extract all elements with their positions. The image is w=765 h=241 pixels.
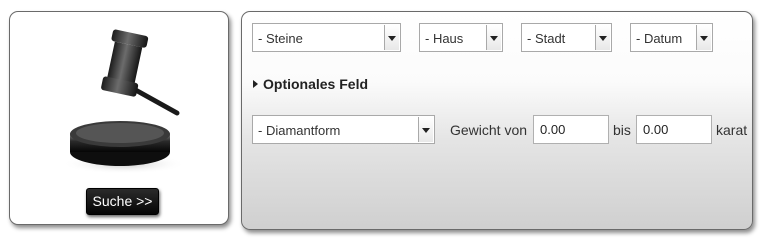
- chevron-down-icon: [486, 25, 501, 50]
- triangle-right-icon: [253, 80, 258, 88]
- diamond-shape-select[interactable]: - Diamantform: [252, 115, 435, 144]
- city-select-value: - Stadt: [527, 31, 566, 46]
- house-select[interactable]: - Haus: [419, 23, 503, 52]
- stones-select[interactable]: - Steine: [252, 23, 401, 52]
- city-select[interactable]: - Stadt: [521, 23, 612, 52]
- optional-field-toggle[interactable]: Optionales Feld: [253, 76, 368, 92]
- stones-select-value: - Steine: [258, 31, 303, 46]
- house-select-value: - Haus: [425, 31, 464, 46]
- weight-from-label: Gewicht von: [450, 122, 528, 138]
- search-button[interactable]: Suche >>: [86, 188, 159, 215]
- chevron-down-icon: [384, 25, 399, 50]
- date-select-value: - Datum: [636, 31, 683, 46]
- optional-field-label: Optionales Feld: [263, 76, 369, 92]
- chevron-down-icon: [418, 117, 433, 142]
- filter-panel: - Steine - Haus - Stadt - Datum Optional…: [241, 11, 753, 230]
- weight-to-input[interactable]: [636, 115, 712, 144]
- weight-from-input[interactable]: [533, 115, 609, 144]
- gavel-panel: Suche >>: [9, 11, 229, 225]
- diamond-shape-value: - Diamantform: [258, 123, 341, 138]
- gavel-icon: [62, 29, 186, 174]
- chevron-down-icon: [595, 25, 610, 50]
- date-select[interactable]: - Datum: [630, 23, 713, 52]
- weight-unit-label: karat: [716, 122, 748, 138]
- chevron-down-icon: [696, 25, 711, 50]
- weight-to-label: bis: [613, 122, 631, 138]
